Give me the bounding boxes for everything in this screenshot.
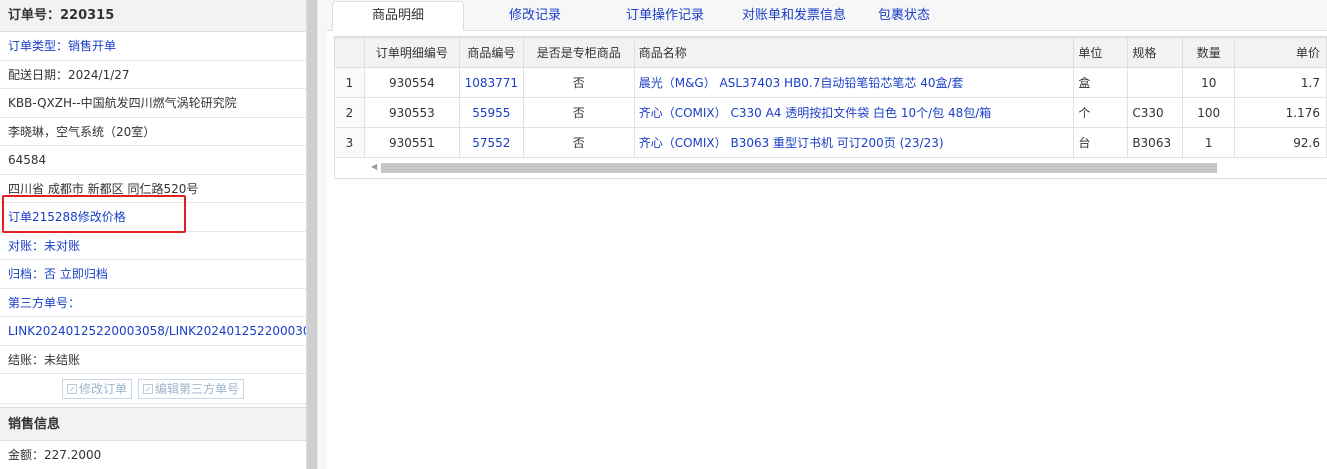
tab-change-log[interactable]: 修改记录 bbox=[464, 2, 606, 30]
table-cell: 1 bbox=[1182, 127, 1236, 158]
order-info-row[interactable]: 第三方单号： bbox=[0, 289, 306, 317]
table-cell: C330 bbox=[1127, 97, 1184, 128]
tab-invoice-info[interactable]: 对账单和发票信息 bbox=[724, 2, 864, 30]
table-cell: 930551 bbox=[363, 127, 460, 158]
column-header[interactable]: 单位 bbox=[1073, 37, 1129, 68]
order-info-row: KBB-QXZH--中国航发四川燃气涡轮研究院 bbox=[0, 89, 306, 118]
order-info-row: 结账：未结账 bbox=[0, 346, 306, 374]
product-code-link[interactable]: 57552 bbox=[458, 127, 524, 158]
column-header[interactable]: 商品编号 bbox=[458, 37, 524, 68]
order-info-row[interactable]: LINK20240125220003058/LINK20240125220003… bbox=[0, 317, 306, 346]
table-cell: 930554 bbox=[363, 67, 460, 98]
table-row[interactable]: 3 930551 57552 否齐心（COMIX） B3063 重型订书机 可订200… bbox=[334, 127, 1327, 158]
order-info-panel: 订单号：220315 订单类型：销售开单 配送日期：2024/1/27 KBB-QX… bbox=[0, 0, 307, 469]
product-name-link[interactable]: 晨光（M&G） ASL37403 HB0.7自动铅笔铅芯笔芯 40盒/套 bbox=[633, 67, 1075, 98]
table-row[interactable]: 2 930553 55955 否齐心（COMIX） C330 A4 透明按扣文件袋 白… bbox=[334, 97, 1327, 128]
table-cell: 100 bbox=[1182, 97, 1236, 128]
edit-order-button[interactable]: 修改订单 bbox=[61, 378, 132, 399]
table-cell: 1.7 bbox=[1234, 67, 1327, 98]
product-name-link[interactable]: 齐心（COMIX） C330 A4 透明按扣文件袋 白色 10个/包 48包/箱 bbox=[633, 97, 1075, 128]
column-header[interactable]: 商品名称 bbox=[633, 37, 1075, 68]
table-cell: 否 bbox=[522, 127, 635, 158]
table-row[interactable]: 1 930554 1083771 否晨光（M&G） ASL37403 HB0.7自动铅… bbox=[334, 67, 1327, 98]
column-header[interactable]: 订单明细编号 bbox=[363, 37, 460, 68]
edit-third-party-button[interactable]: 编辑第三方单号 bbox=[138, 378, 245, 399]
table-cell: 个 bbox=[1073, 97, 1129, 128]
tab-product-detail[interactable]: 商品明细 bbox=[332, 1, 464, 31]
order-info-row: 64584 bbox=[0, 146, 306, 175]
order-info-row: 配送日期：2024/1/27 bbox=[0, 61, 306, 89]
scroll-left-icon[interactable]: ◀ bbox=[371, 162, 377, 171]
order-info-row[interactable]: 归档：否 立即归档 bbox=[0, 260, 306, 289]
order-info-row[interactable]: 订单类型：销售开单 bbox=[0, 32, 306, 61]
table-cell: 1 bbox=[334, 67, 365, 98]
tab-bar: 商品明细 修改记录 订单操作记录 对账单和发票信息 包裹状态 bbox=[326, 0, 1327, 31]
order-actions: 修改订单 编辑第三方单号 bbox=[0, 374, 306, 404]
table-cell: 盒 bbox=[1073, 67, 1129, 98]
table-cell bbox=[1127, 67, 1184, 98]
table-cell: 3 bbox=[334, 127, 365, 158]
edit-third-party-label: 编辑第三方单号 bbox=[155, 381, 240, 396]
product-grid: 订单明细编号 商品编号 是否是专柜商品 商品名称 单位 规格 数量 单价 1 930554 108… bbox=[334, 36, 1327, 179]
column-header[interactable]: 是否是专柜商品 bbox=[522, 37, 635, 68]
table-cell: 1.176 bbox=[1234, 97, 1327, 128]
amount-row: 金额：227.2000 bbox=[0, 441, 306, 469]
column-header[interactable]: 规格 bbox=[1127, 37, 1184, 68]
panel-splitter[interactable] bbox=[307, 0, 327, 469]
order-number-header: 订单号：220315 bbox=[0, 0, 306, 32]
column-header[interactable] bbox=[334, 37, 365, 68]
table-cell: 10 bbox=[1182, 67, 1236, 98]
table-cell: 台 bbox=[1073, 127, 1129, 158]
table-cell: 92.6 bbox=[1234, 127, 1327, 158]
table-cell: 2 bbox=[334, 97, 365, 128]
edit-order-label: 修改订单 bbox=[78, 381, 127, 396]
tab-package-status[interactable]: 包裹状态 bbox=[864, 2, 944, 30]
table-cell: B3063 bbox=[1127, 127, 1184, 158]
order-info-row[interactable]: 对账：未对账 bbox=[0, 232, 306, 260]
scroll-thumb[interactable] bbox=[381, 163, 1217, 173]
highlight-box bbox=[2, 195, 186, 233]
product-name-link[interactable]: 齐心（COMIX） B3063 重型订书机 可订200页 (23/23) bbox=[633, 127, 1075, 158]
tab-operation-log[interactable]: 订单操作记录 bbox=[606, 2, 724, 30]
product-code-link[interactable]: 55955 bbox=[458, 97, 524, 128]
detail-panel: 商品明细 修改记录 订单操作记录 对账单和发票信息 包裹状态 订单明细编号 商品编… bbox=[326, 0, 1327, 469]
edit-icon bbox=[143, 383, 153, 394]
product-code-link[interactable]: 1083771 bbox=[458, 67, 524, 98]
order-info-row: 李晓琳，空气系统（20室） bbox=[0, 118, 306, 146]
table-cell: 930553 bbox=[363, 97, 460, 128]
column-header[interactable]: 数量 bbox=[1182, 37, 1236, 68]
edit-icon bbox=[66, 383, 77, 394]
table-cell: 否 bbox=[522, 97, 635, 128]
splitter-handle[interactable] bbox=[307, 0, 317, 469]
column-header[interactable]: 单价 bbox=[1234, 37, 1327, 68]
sales-info-header: 销售信息 bbox=[0, 407, 306, 441]
horizontal-scrollbar[interactable]: ◀ bbox=[334, 158, 1327, 179]
table-cell: 否 bbox=[522, 67, 635, 98]
product-table: 订单明细编号 商品编号 是否是专柜商品 商品名称 单位 规格 数量 单价 1 930554 108… bbox=[334, 37, 1327, 158]
